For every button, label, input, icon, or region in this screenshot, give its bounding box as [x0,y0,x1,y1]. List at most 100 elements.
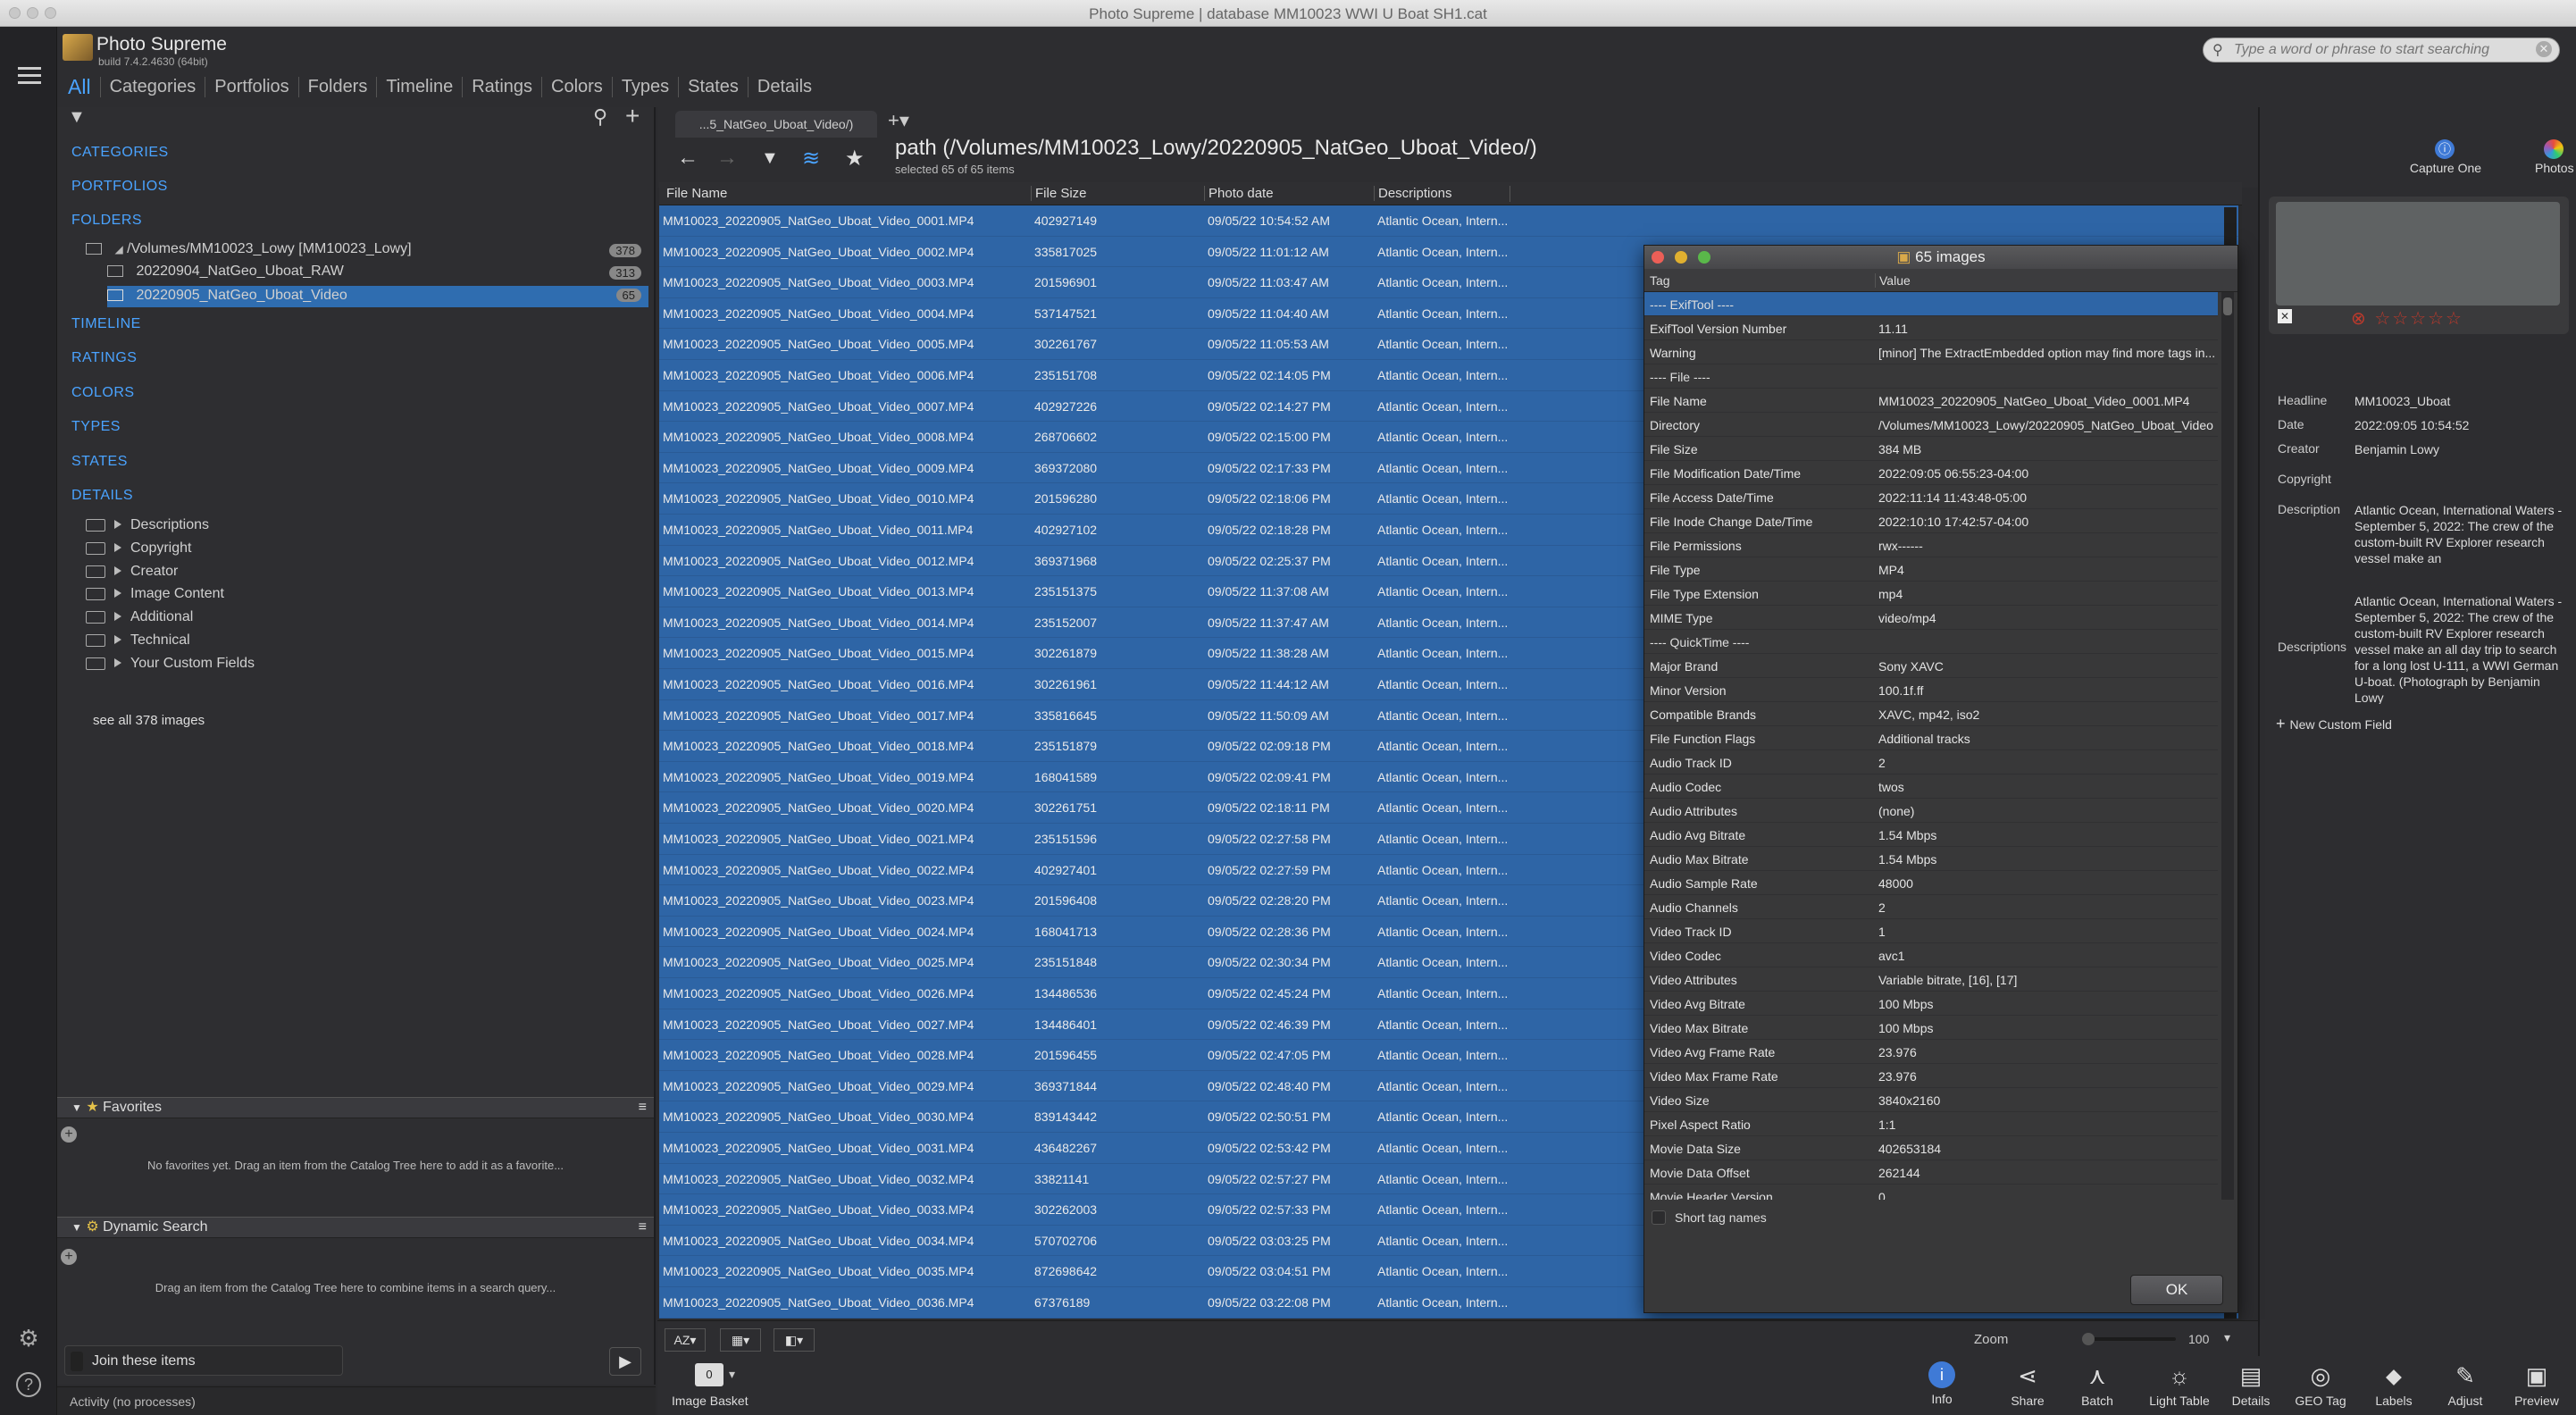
capture-one-icon[interactable]: ⓘ [2435,139,2455,159]
expand-icon[interactable] [114,566,121,575]
tag-row[interactable]: File Modification Date/Time 2022:09:05 06… [1644,461,2218,485]
tag-row[interactable]: Video Size 3840x2160 [1644,1088,2218,1112]
search-input[interactable] [2234,41,2529,59]
tag-group-row[interactable]: ---- QuickTime ---- [1644,630,2218,654]
dialog-scrollbar[interactable] [2221,292,2234,1200]
dock-info[interactable]: i Info [1906,1361,1978,1406]
detail-descriptions[interactable]: Descriptions [86,517,209,533]
tree-folders[interactable]: FOLDERS [71,213,142,229]
tag-row[interactable]: Compatible Brands XAVC, mp42, iso2 [1644,702,2218,726]
col-photo-date[interactable]: Photo date [1204,186,1274,201]
col-file-size[interactable]: File Size [1031,186,1087,201]
tag-row[interactable]: Audio Codec twos [1644,774,2218,799]
tab-folders[interactable]: Folders [297,76,377,97]
tag-row[interactable]: Movie Data Size 402653184 [1644,1136,2218,1160]
tag-group-row[interactable]: ---- File ---- [1644,364,2218,389]
col-tag[interactable]: Tag [1650,273,1670,288]
tag-row[interactable]: Video Avg Frame Rate 23.976 [1644,1040,2218,1064]
panel-menu-icon[interactable]: ≡ [639,1098,647,1118]
tag-row[interactable]: Video Attributes Variable bitrate, [16], … [1644,967,2218,992]
filter-icon[interactable]: ▼ [68,107,86,128]
tree-ratings[interactable]: RATINGS [71,350,137,366]
panel-menu-icon[interactable]: ≡ [639,1218,647,1237]
tag-row[interactable]: Video Track ID 1 [1644,919,2218,943]
tag-row[interactable]: Video Codec avc1 [1644,943,2218,967]
tree-portfolios[interactable]: PORTFOLIOS [71,179,168,195]
dock-batch[interactable]: ⋏ Batch [2062,1361,2133,1408]
tab-timeline[interactable]: Timeline [376,76,462,97]
table-row[interactable]: MM10023_20220905_NatGeo_Uboat_Video_0001… [659,205,2238,237]
col-value[interactable]: Value [1875,273,1911,288]
tag-row[interactable]: Audio Sample Rate 48000 [1644,871,2218,895]
descriptions-value[interactable]: Atlantic Ocean, International Waters - S… [2354,593,2565,704]
image-basket-label[interactable]: Image Basket [672,1394,749,1408]
capture-one-label[interactable]: Capture One [2410,161,2481,175]
folder-root[interactable]: ◢ /Volumes/MM10023_Lowy [MM10023_Lowy] 3… [86,241,648,263]
collapse-icon[interactable]: ▼ [71,1101,82,1114]
scroll-thumb[interactable] [2223,297,2232,315]
folder-video[interactable]: 20220905_NatGeo_Uboat_Video 65 [107,286,648,307]
folder-raw[interactable]: 20220904_NatGeo_Uboat_RAW 313 [107,264,648,285]
join-items-field[interactable]: Join these items [64,1345,343,1376]
tag-row[interactable]: Audio Attributes (none) [1644,799,2218,823]
tree-colors[interactable]: COLORS [71,385,135,401]
date-value[interactable]: 2022:09:05 10:54:52 [2354,417,2565,433]
dock-details[interactable]: ▤ Details [2215,1361,2287,1408]
tag-row[interactable]: File Inode Change Date/Time 2022:10:10 17… [1644,509,2218,533]
view-mode-button[interactable]: ▦▾ [720,1328,761,1352]
gear-icon[interactable]: ⚙ [16,1327,41,1352]
dynamic-search-header[interactable]: ▼ ⚙ Dynamic Search ≡ [57,1217,654,1238]
col-descriptions[interactable]: Descriptions [1374,186,1452,201]
tag-row[interactable]: File Type MP4 [1644,557,2218,582]
tag-row[interactable]: MIME Type video/mp4 [1644,606,2218,630]
tag-row[interactable]: File Function Flags Additional tracks [1644,726,2218,750]
headline-value[interactable]: MM10023_Uboat [2354,393,2565,409]
collapse-icon[interactable]: ▼ [71,1221,82,1234]
tag-row[interactable]: File Name MM10023_20220905_NatGeo_Uboat_V… [1644,389,2218,413]
forward-arrow-icon[interactable]: → [716,146,738,171]
expand-icon[interactable] [114,543,121,552]
stack-icon[interactable]: ≋ [802,146,820,172]
tree-search-icon[interactable]: ⚲ [593,105,607,129]
photos-icon[interactable] [2544,139,2563,159]
hamburger-menu-icon[interactable] [18,67,41,70]
add-dynamic-search-icon[interactable]: + [61,1249,77,1265]
tree-categories[interactable]: CATEGORIES [71,145,169,161]
expand-icon[interactable] [114,612,121,621]
photos-label[interactable]: Photos [2535,161,2574,175]
expand-icon[interactable] [114,520,121,529]
tag-row[interactable]: Movie Data Offset 262144 [1644,1160,2218,1185]
tag-row[interactable]: Audio Max Bitrate 1.54 Mbps [1644,847,2218,871]
add-favorite-icon[interactable]: + [61,1126,77,1143]
tree-types[interactable]: TYPES [71,419,121,435]
expand-icon[interactable] [114,635,121,644]
path-tab[interactable]: ...5_NatGeo_Uboat_Video/) [675,111,877,138]
star-icon[interactable]: ★ [845,146,865,172]
tab-colors[interactable]: Colors [541,76,612,97]
tag-row[interactable]: Movie Header Version 0 [1644,1185,2218,1200]
new-custom-field-button[interactable]: + New Custom Field [2276,715,2392,733]
tab-details[interactable]: Details [747,76,821,97]
rating-stars[interactable]: ⊗ ☆☆☆☆☆ [2351,307,2463,330]
detail-additional[interactable]: Additional [86,609,193,625]
short-tag-names-checkbox[interactable] [1652,1210,1666,1225]
tag-row[interactable]: Pixel Aspect Ratio 1:1 [1644,1112,2218,1136]
tree-states[interactable]: STATES [71,454,128,470]
tag-row[interactable]: Audio Channels 2 [1644,895,2218,919]
add-item-icon[interactable]: + [625,102,640,130]
tag-row[interactable]: Audio Avg Bitrate 1.54 Mbps [1644,823,2218,847]
expand-icon[interactable]: ◢ [114,243,122,255]
detail-copyright[interactable]: Copyright [86,540,191,557]
dialog-close-button[interactable] [1652,251,1664,264]
back-arrow-icon[interactable]: ← [677,146,698,171]
see-all-link[interactable]: see all 378 images [93,713,205,728]
tab-states[interactable]: States [678,76,748,97]
preview-thumbnail[interactable]: ✕ ⊗ ☆☆☆☆☆ [2269,197,2569,334]
dialog-minimize-button[interactable] [1675,251,1687,264]
col-file-name[interactable]: File Name [663,186,727,201]
dock-labels[interactable]: ⬥ Labels [2358,1361,2430,1408]
zoom-slider[interactable] [2082,1333,2176,1345]
tag-row[interactable]: Directory/Volumes/MM10023_Lowy/20220905_… [1644,413,2218,437]
description-value[interactable]: Atlantic Ocean, International Waters - S… [2354,502,2565,568]
dock-share[interactable]: ⋖ Share [1992,1361,2063,1408]
